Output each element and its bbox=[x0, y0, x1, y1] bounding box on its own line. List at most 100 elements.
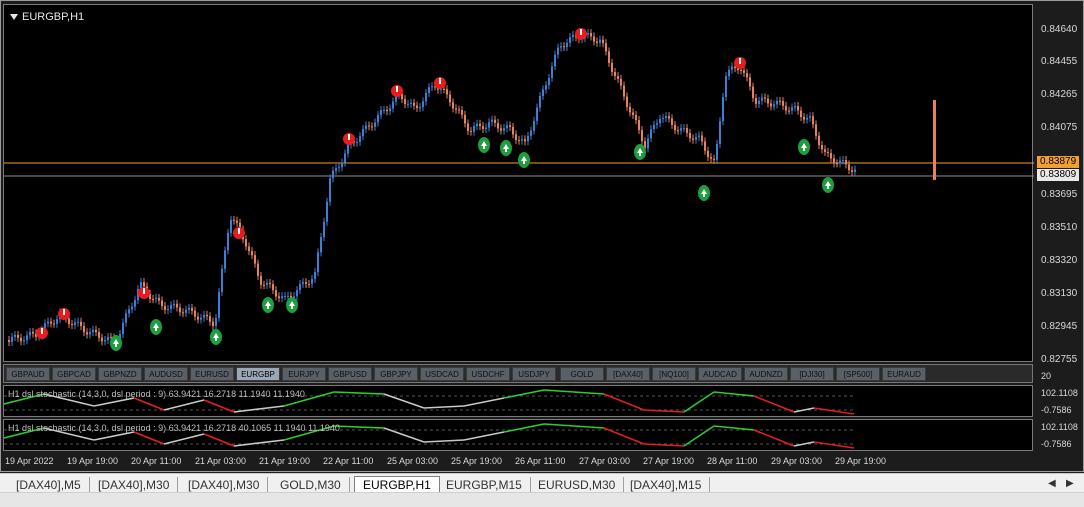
candle bbox=[752, 82, 754, 103]
candle bbox=[179, 303, 181, 317]
candle bbox=[647, 134, 649, 153]
stochastic-segment bbox=[503, 423, 545, 433]
tab-scroll-right-icon[interactable]: ▶ bbox=[1066, 478, 1074, 489]
price-chart-pane[interactable]: EURGBP,H1 bbox=[3, 4, 1034, 363]
candle bbox=[680, 124, 682, 135]
candle bbox=[530, 126, 532, 140]
candle bbox=[17, 331, 19, 342]
candle bbox=[683, 124, 685, 133]
candle bbox=[275, 286, 277, 301]
candle bbox=[284, 292, 286, 301]
candle bbox=[722, 92, 724, 126]
tab-1[interactable]: [DAX40],M30 bbox=[90, 477, 179, 493]
symbol-button-audcad[interactable]: AUDCAD bbox=[698, 367, 742, 381]
buy-signal-icon bbox=[210, 329, 222, 345]
symbol-button-nq100[interactable]: [NQ100] bbox=[652, 367, 696, 381]
symbol-button-euraud[interactable]: EURAUD bbox=[882, 367, 926, 381]
chart-title[interactable]: EURGBP,H1 bbox=[10, 11, 84, 23]
tab-scroll-left-icon[interactable]: ◀ bbox=[1048, 478, 1056, 489]
candle bbox=[668, 112, 670, 123]
candle bbox=[425, 88, 427, 106]
candle bbox=[707, 146, 709, 162]
symbol-button-usdcad[interactable]: USDCAD bbox=[420, 367, 464, 381]
stochastic-segment bbox=[713, 391, 755, 397]
candle bbox=[776, 96, 778, 109]
candle bbox=[299, 279, 301, 295]
candle bbox=[377, 111, 379, 127]
candle bbox=[779, 96, 781, 106]
symbol-button-eurgbp[interactable]: EURGBP bbox=[236, 367, 280, 381]
symbol-button-gbpusd[interactable]: GBPUSD bbox=[328, 367, 372, 381]
tab-3[interactable]: GOLD,M30 bbox=[272, 477, 350, 493]
candle bbox=[335, 164, 337, 175]
symbol-button-gold[interactable]: GOLD bbox=[560, 367, 604, 381]
stochastic-segment bbox=[163, 433, 205, 445]
tab-0[interactable]: [DAX40],M5 bbox=[8, 477, 90, 493]
candle bbox=[104, 336, 106, 346]
tab-5[interactable]: EURGBP,M15 bbox=[438, 477, 531, 493]
candle bbox=[653, 120, 655, 134]
candle bbox=[95, 325, 97, 337]
candle bbox=[512, 123, 514, 139]
price-axis-label: 0.82945 bbox=[1041, 321, 1078, 332]
candle bbox=[251, 247, 253, 260]
sell-signal-icon bbox=[233, 227, 245, 239]
time-axis-label: 19 Apr 19:00 bbox=[67, 456, 119, 466]
tab-6[interactable]: EURUSD,M30 bbox=[530, 477, 625, 493]
stochastic-segment bbox=[463, 397, 505, 407]
stochastic-pane-2[interactable]: H1 dsl stochastic (14,3,0, dsl period : … bbox=[3, 419, 1033, 451]
candle bbox=[128, 305, 130, 318]
symbol-button-dax40[interactable]: [DAX40] bbox=[606, 367, 650, 381]
horizontal-scrollbar[interactable] bbox=[0, 492, 1084, 507]
candle bbox=[671, 114, 673, 129]
price-axis: 0.84640 0.84455 0.84265 0.84075 0.83879 0.838… bbox=[1035, 4, 1083, 474]
candle bbox=[848, 160, 850, 175]
stochastic-2-low-value: -0.7586 bbox=[1041, 439, 1072, 449]
candle bbox=[758, 96, 760, 108]
stochastic-segment bbox=[813, 407, 855, 415]
symbol-button-eurjpy[interactable]: EURJPY bbox=[282, 367, 326, 381]
price-axis-label: 0.83510 bbox=[1041, 222, 1078, 233]
symbol-button-dji30[interactable]: [DJI30] bbox=[790, 367, 834, 381]
candle bbox=[404, 95, 406, 108]
candle bbox=[539, 92, 541, 112]
symbol-button-audusd[interactable]: AUDUSD bbox=[144, 367, 188, 381]
candle bbox=[200, 313, 202, 324]
candle bbox=[686, 124, 688, 137]
symbol-button-eurusd[interactable]: EURUSD bbox=[190, 367, 234, 381]
candle bbox=[854, 165, 856, 176]
stochastic-segment bbox=[713, 425, 755, 431]
candle bbox=[218, 287, 220, 322]
symbol-button-gbpcad[interactable]: GBPCAD bbox=[52, 367, 96, 381]
candle bbox=[326, 197, 328, 226]
sell-signal-icon bbox=[138, 287, 150, 299]
stochastic-2-high-value: 102.1108 bbox=[1041, 422, 1078, 432]
chart-menu-triangle-icon[interactable] bbox=[10, 14, 18, 21]
candle bbox=[563, 42, 565, 51]
candle bbox=[221, 264, 223, 296]
symbol-button-gbpjpy[interactable]: GBPJPY bbox=[374, 367, 418, 381]
tab-2[interactable]: [DAX40],M30 bbox=[180, 477, 269, 493]
symbol-button-gbpnzd[interactable]: GBPNZD bbox=[98, 367, 142, 381]
candle bbox=[407, 99, 409, 108]
buy-signal-icon bbox=[698, 185, 710, 201]
symbol-button-usdchf[interactable]: USDCHF bbox=[466, 367, 510, 381]
candle bbox=[173, 299, 175, 310]
candle bbox=[359, 132, 361, 146]
symbol-button-gbpaud[interactable]: GBPAUD bbox=[6, 367, 50, 381]
candle bbox=[725, 72, 727, 101]
candle bbox=[29, 327, 31, 340]
symbol-button-audnzd[interactable]: AUDNZD bbox=[744, 367, 788, 381]
candle bbox=[449, 90, 451, 107]
candle bbox=[260, 271, 262, 289]
stochastic-pane-1[interactable]: H1 dsl stochastic (14,3,0, dsl period : … bbox=[3, 385, 1033, 417]
symbol-button-usdjpy[interactable]: USDJPY bbox=[512, 367, 556, 381]
price-axis-label: 0.84640 bbox=[1041, 24, 1078, 35]
candlestick-chart[interactable] bbox=[4, 5, 1034, 363]
candle bbox=[524, 135, 526, 146]
tab-7[interactable]: [DAX40],M15 bbox=[622, 477, 711, 493]
symbol-button-sp500[interactable]: [SP500] bbox=[836, 367, 880, 381]
candle bbox=[479, 119, 481, 131]
candle bbox=[98, 328, 100, 342]
candle bbox=[158, 293, 160, 305]
